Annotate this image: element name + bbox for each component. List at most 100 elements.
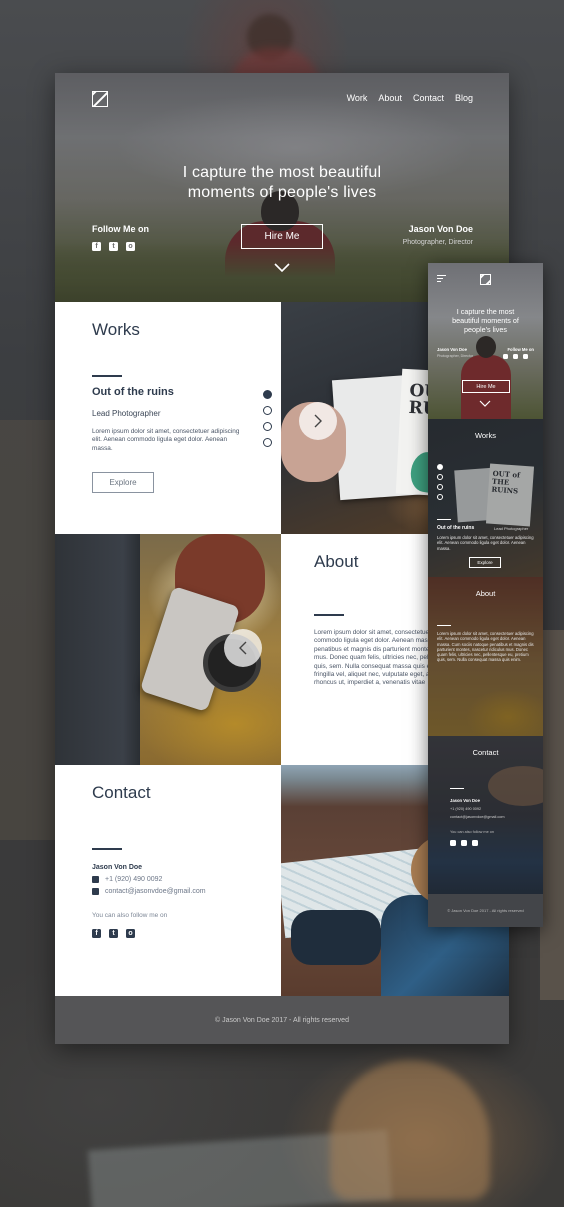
twitter-icon[interactable]: t [109,242,118,251]
about-divider [314,614,344,616]
contact-divider [92,848,122,850]
mobile-contact-social-links [450,840,478,846]
facebook-icon[interactable]: f [92,242,101,251]
mobile-hero-headline: I capture the most beautiful moments of … [452,307,519,334]
contact-phone[interactable]: +1 (920) 490 0092 [105,876,162,883]
mobile-works-item-role: Lead Photographer [494,526,529,531]
contact-email[interactable]: contact@jasonvdoe@gmail.com [105,888,206,895]
mobile-contact-phone[interactable]: +1 (920) 490 0092 [450,807,481,811]
carousel-next-button[interactable] [299,402,337,440]
email-icon [92,888,99,895]
mobile-contact-title: Contact [472,748,499,757]
instagram-icon[interactable]: o [126,929,135,938]
mobile-footer-copyright: © Jason Von Doe 2017 - All rights reserv… [447,908,524,913]
mobile-footer: © Jason Von Doe 2017 - All rights reserv… [428,894,543,927]
mobile-hero-role: Photographer, Director [437,354,474,358]
hero-role: Photographer, Director [402,239,473,246]
mobile-hero-social-links [503,354,528,359]
hero-headline: I capture the most beautiful moments of … [55,163,509,203]
mobile-follow-label: Follow Me on [507,347,534,352]
facebook-icon[interactable] [503,354,508,359]
mobile-explore-button[interactable]: Explore [469,557,501,568]
works-item-text: Lorem ipsum dolor sit amet, consectetuer… [92,428,240,452]
contact-social-links: f t o [92,929,135,938]
mobile-slide-dot-4[interactable] [437,494,443,500]
nav-blog[interactable]: Blog [455,93,473,103]
contact-email-row: contact@jasonvdoe@gmail.com [92,888,206,895]
twitter-icon[interactable]: t [109,929,118,938]
chevron-down-icon[interactable] [479,400,491,408]
mobile-works-overlay [428,419,543,577]
mobile-about-section: About Lorem ipsum dolor sit amet, consec… [428,577,543,736]
facebook-icon[interactable] [450,840,456,846]
works-item-role: Lead Photographer [92,409,161,418]
works-item-title: Out of the ruins [92,386,174,398]
hire-me-button[interactable]: Hire Me [241,224,323,249]
mobile-hero: I capture the most beautiful moments of … [428,263,543,419]
instagram-icon[interactable]: o [126,242,135,251]
slide-dot-3[interactable] [263,422,272,431]
mobile-contact-name: Jason Von Doe [450,798,480,803]
twitter-icon[interactable] [461,840,467,846]
explore-button[interactable]: Explore [92,472,154,493]
mobile-slide-dot-2[interactable] [437,474,443,480]
footer: © Jason Von Doe 2017 - All rights reserv… [55,996,509,1044]
slide-dot-1[interactable] [263,390,272,399]
mobile-logo-icon[interactable] [480,274,491,285]
carousel-prev-button[interactable] [224,629,262,667]
works-divider [92,375,122,377]
background-child [330,1060,490,1200]
chevron-left-icon [239,641,247,655]
about-title: About [314,552,359,571]
about-photo [55,534,281,765]
hamburger-menu-icon[interactable] [437,275,446,282]
hero-name: Jason Von Doe [408,224,473,234]
mobile-contact-section: Contact Jason Von Doe +1 (920) 490 0092 … [428,736,543,894]
mobile-contact-divider [450,788,464,789]
mobile-works-pagination [437,464,443,500]
background-blur-left [0,420,55,840]
contact-follow-text: You can also follow me on [92,912,168,919]
hero-social-links: f t o [92,242,135,251]
slide-dot-4[interactable] [263,438,272,447]
contact-name: Jason Von Doe [92,864,143,871]
about-photo-arm [55,534,140,765]
mobile-slide-dot-3[interactable] [437,484,443,490]
nav-work[interactable]: Work [347,93,368,103]
chevron-right-icon [314,414,322,428]
facebook-icon[interactable]: f [92,929,101,938]
works-title: Works [92,320,140,339]
mobile-contact-email[interactable]: contact@jasonvdoe@gmail.com [450,815,505,819]
main-nav: Work About Contact Blog [347,93,473,103]
nav-about[interactable]: About [378,93,402,103]
hero-headline-line1: I capture the most beautiful [182,164,382,181]
contact-title: Contact [92,783,151,802]
twitter-icon[interactable] [513,354,518,359]
mobile-hire-me-button[interactable]: Hire Me [462,380,510,393]
mobile-about-title: About [475,589,496,598]
mobile-hero-person-head [476,336,496,358]
instagram-icon[interactable] [472,840,478,846]
footer-copyright: © Jason Von Doe 2017 - All rights reserv… [215,1016,349,1024]
chevron-down-icon[interactable] [274,263,290,273]
contact-phone-row: +1 (920) 490 0092 [92,876,162,883]
background-blur-right [540,630,564,1000]
instagram-icon[interactable] [523,354,528,359]
nav-contact[interactable]: Contact [413,93,444,103]
mobile-about-text: Lorem ipsum dolor sit amet, consectetuer… [437,631,534,663]
phone-icon [92,876,99,883]
works-section: Works Out of the ruins Lead Photographer… [55,302,281,534]
mobile-slide-dot-1[interactable] [437,464,443,470]
logo-icon[interactable] [92,91,108,107]
mobile-works-section: OUT of THE RUINS Works Out of the ruins … [428,419,543,577]
contact-section: Contact Jason Von Doe +1 (920) 490 0092 … [55,765,281,996]
mobile-works-title: Works [474,431,497,440]
mobile-works-divider [437,519,451,520]
mobile-works-item-text: Lorem ipsum dolor sit amet, consectetuer… [437,535,534,551]
mobile-mockup: I capture the most beautiful moments of … [428,263,543,927]
hero-headline-line2: moments of people's lives [187,184,377,201]
mobile-hero-name: Jason Von Doe [437,347,467,352]
slide-dot-2[interactable] [263,406,272,415]
follow-label: Follow Me on [92,224,149,234]
mobile-contact-follow-text: You can also follow me on [450,830,494,834]
